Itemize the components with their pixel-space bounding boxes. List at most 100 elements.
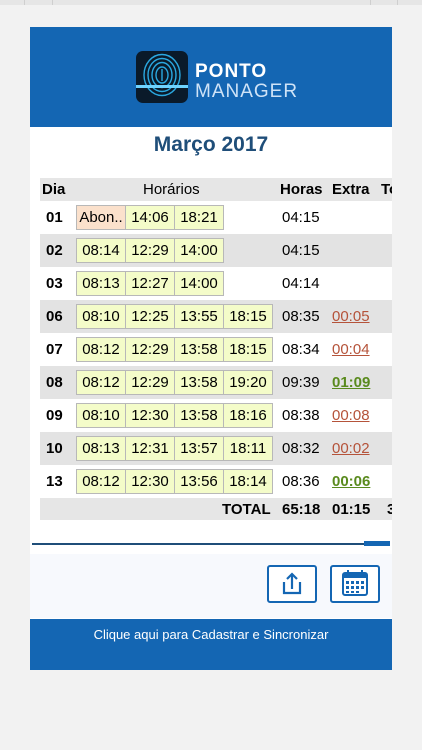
time-cell[interactable]: 19:20 (224, 371, 272, 394)
time-cell[interactable]: 08:12 (77, 371, 126, 394)
time-cell[interactable]: 12:29 (126, 371, 175, 394)
calendar-icon (342, 570, 368, 596)
time-cell[interactable]: 13:58 (175, 371, 224, 394)
row-extra[interactable]: 00:08 (332, 407, 370, 424)
time-cell[interactable]: 18:21 (175, 206, 223, 229)
calendar-button[interactable] (330, 565, 380, 603)
header-extra: Extra (332, 181, 370, 198)
row-day: 01 (46, 209, 63, 226)
row-extra[interactable]: 00:04 (332, 341, 370, 358)
header-times: Horários (143, 181, 200, 198)
time-cell[interactable]: 08:13 (77, 437, 126, 460)
time-cell[interactable]: 13:57 (175, 437, 224, 460)
row-day: 10 (46, 440, 63, 457)
row-times: 08:13 12:31 13:57 18:11 (76, 436, 273, 461)
time-cell[interactable]: 18:15 (224, 305, 272, 328)
app-logo-text: PONTO MANAGER (195, 62, 298, 101)
table-row[interactable]: 01 Abon.. 14:06 18:21 04:15 (40, 201, 392, 234)
time-cell[interactable]: 18:14 (224, 470, 272, 493)
table-body: 01 Abon.. 14:06 18:21 04:15 02 08:14 12:29 14:00… (40, 201, 392, 498)
logo-line-2: MANAGER (195, 81, 299, 102)
table-row[interactable]: 10 08:13 12:31 13:57 18:11 08:32 00:02 (40, 432, 392, 465)
row-hours: 08:32 (282, 440, 320, 457)
table-row[interactable]: 07 08:12 12:29 13:58 18:15 08:34 00:04 (40, 333, 392, 366)
time-cell[interactable]: 18:15 (224, 338, 272, 361)
row-hours: 08:38 (282, 407, 320, 424)
total-truncated: 3 (387, 501, 392, 518)
row-times: 08:13 12:27 14:00 (76, 271, 224, 296)
time-cell[interactable]: 12:29 (126, 239, 175, 262)
register-sync-link[interactable]: Clique aqui para Cadastrar e Sincronizar (30, 619, 392, 670)
row-times: 08:12 12:29 13:58 18:15 (76, 337, 273, 362)
row-times: Abon.. 14:06 18:21 (76, 205, 224, 230)
time-cell[interactable]: 08:12 (77, 470, 126, 493)
row-extra[interactable]: 00:05 (332, 308, 370, 325)
time-cell[interactable]: 13:58 (175, 404, 224, 427)
time-cell[interactable]: 12:30 (126, 470, 175, 493)
row-extra[interactable]: 00:02 (332, 440, 370, 457)
row-extra[interactable]: 01:09 (332, 374, 370, 391)
time-cell[interactable]: 18:16 (224, 404, 272, 427)
row-extra[interactable]: 00:06 (332, 473, 370, 490)
total-extra: 01:15 (332, 501, 371, 518)
row-day: 06 (46, 308, 63, 325)
abono-cell[interactable]: Abon.. (77, 206, 126, 229)
share-button[interactable] (267, 565, 317, 603)
row-hours: 08:35 (282, 308, 320, 325)
fingerprint-logo-icon (136, 51, 188, 103)
time-cell[interactable]: 12:27 (126, 272, 175, 295)
table-row[interactable]: 09 08:10 12:30 13:58 18:16 08:38 00:08 (40, 399, 392, 432)
horizontal-scroll-thumb[interactable] (364, 541, 390, 546)
row-times: 08:12 12:29 13:58 19:20 (76, 370, 273, 395)
row-hours: 04:15 (282, 242, 320, 259)
top-bar (0, 0, 422, 5)
row-day: 08 (46, 374, 63, 391)
time-cell[interactable]: 08:10 (77, 305, 126, 328)
table-row[interactable]: 08 08:12 12:29 13:58 19:20 09:39 01:09 (40, 366, 392, 399)
time-cell[interactable]: 13:55 (175, 305, 224, 328)
time-cell[interactable]: 14:06 (126, 206, 175, 229)
action-bar (30, 554, 392, 618)
row-hours: 04:14 (282, 275, 320, 292)
row-day: 02 (46, 242, 63, 259)
total-hours: 65:18 (282, 501, 321, 518)
time-cell[interactable]: 08:13 (77, 272, 126, 295)
row-day: 07 (46, 341, 63, 358)
logo-line-1: PONTO (195, 61, 268, 82)
time-cell[interactable]: 18:11 (224, 437, 272, 460)
time-cell[interactable]: 12:25 (126, 305, 175, 328)
time-cell[interactable]: 08:10 (77, 404, 126, 427)
time-cell[interactable]: 13:56 (175, 470, 224, 493)
table-row[interactable]: 02 08:14 12:29 14:00 04:15 (40, 234, 392, 267)
row-times: 08:10 12:25 13:55 18:15 (76, 304, 273, 329)
app-card: PONTO MANAGER Março 2017 Dia Horários Ho… (30, 27, 392, 670)
row-day: 13 (46, 473, 63, 490)
total-label: TOTAL (222, 501, 271, 518)
table-row[interactable]: 13 08:12 12:30 13:56 18:14 08:36 00:06 (40, 465, 392, 498)
row-times: 08:14 12:29 14:00 (76, 238, 224, 263)
time-cell[interactable]: 08:14 (77, 239, 126, 262)
header-day: Dia (42, 181, 66, 198)
time-cell[interactable]: 14:00 (175, 239, 223, 262)
time-cell[interactable]: 13:58 (175, 338, 224, 361)
month-title: Março 2017 (153, 133, 269, 156)
row-day: 03 (46, 275, 63, 292)
row-hours: 04:15 (282, 209, 320, 226)
time-cell[interactable]: 12:29 (126, 338, 175, 361)
row-hours: 08:34 (282, 341, 320, 358)
timesheet-table: Dia Horários Horas Extra To 01Abon..14:0… (40, 178, 392, 520)
total-row: TOTAL 65:18 01:15 3 (40, 498, 392, 520)
app-header: PONTO MANAGER (30, 27, 392, 127)
time-cell[interactable]: 12:30 (126, 404, 175, 427)
share-upload-icon (282, 572, 302, 595)
horizontal-scroll-track[interactable] (32, 543, 390, 545)
table-row[interactable]: 03 08:13 12:27 14:00 04:14 (40, 267, 392, 300)
time-cell[interactable]: 12:31 (126, 437, 175, 460)
time-cell[interactable]: 14:00 (175, 272, 223, 295)
time-cell[interactable]: 08:12 (77, 338, 126, 361)
row-times: 08:10 12:30 13:58 18:16 (76, 403, 273, 428)
table-row[interactable]: 06 08:10 12:25 13:55 18:15 08:35 00:05 (40, 300, 392, 333)
row-times: 08:12 12:30 13:56 18:14 (76, 469, 273, 494)
table-header: Dia Horários Horas Extra To (40, 178, 392, 201)
row-hours: 09:39 (282, 374, 320, 391)
